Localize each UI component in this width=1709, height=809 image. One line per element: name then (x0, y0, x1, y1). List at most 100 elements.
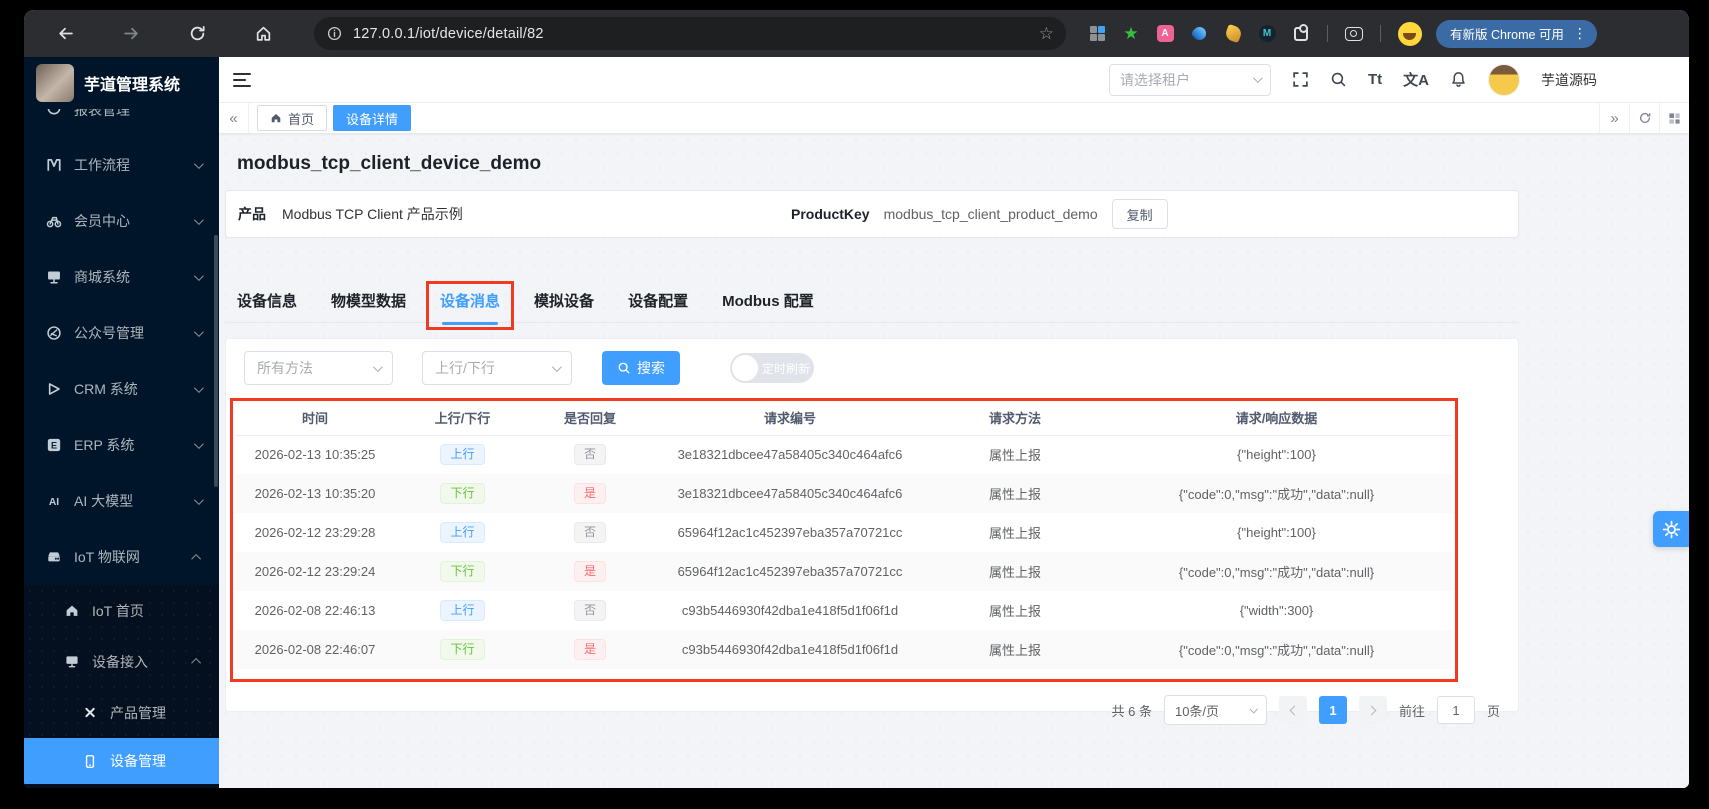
tab-device-config[interactable]: 设备配置 (628, 278, 688, 323)
extension-drop-icon[interactable] (1188, 23, 1210, 45)
tags-refresh-icon[interactable] (1629, 103, 1659, 133)
chrome-update-label: 有新版 Chrome 可用 (1450, 28, 1564, 42)
sidebar-scrollbar[interactable] (214, 235, 218, 487)
site-info-icon[interactable] (327, 26, 342, 41)
chevron-down-icon (193, 326, 204, 337)
home-icon (271, 114, 281, 123)
table-row[interactable]: 2026-02-12 23:29:28 上行 否 65964f12ac1c452… (235, 513, 1453, 552)
search-icon (618, 362, 630, 374)
tab-thing-model-data[interactable]: 物模型数据 (331, 278, 406, 323)
cell-time: 2026-02-12 23:29:24 (235, 552, 395, 591)
bookmark-star-icon[interactable]: ☆ (1039, 24, 1054, 44)
tab-search-icon[interactable] (1343, 23, 1365, 45)
product-label: 产品 (238, 206, 266, 222)
auto-refresh-toggle[interactable]: 定时刷新 (730, 353, 814, 383)
search-button[interactable]: 搜索 (602, 351, 680, 385)
sidebar-item-mp[interactable]: 公众号管理 (24, 305, 219, 361)
direction-badge: 上行 (440, 521, 485, 544)
table-row[interactable]: 2026-02-08 22:46:07 下行 是 c93b5446930f42d… (235, 630, 1453, 669)
copy-button[interactable]: 复制 (1111, 199, 1168, 229)
sidebar-item-product-mgmt[interactable]: 产品管理 (24, 687, 219, 738)
tag-device-detail[interactable]: 设备详情 (333, 105, 412, 131)
search-icon[interactable] (1330, 71, 1347, 88)
font-size-icon[interactable]: Tt (1368, 71, 1382, 88)
reload-icon[interactable] (182, 19, 212, 49)
back-icon[interactable] (50, 19, 80, 49)
direction-select[interactable]: 上行/下行 (422, 351, 572, 385)
address-bar[interactable]: 127.0.0.1/iot/device/detail/82 ☆ (314, 17, 1066, 50)
extension-star-icon[interactable]: ★ (1120, 23, 1142, 45)
user-avatar[interactable] (1488, 63, 1520, 96)
profile-avatar[interactable] (1398, 21, 1422, 46)
tenant-select[interactable]: 请选择租户 (1108, 63, 1271, 96)
sidebar-item-crm[interactable]: CRM 系统 (24, 361, 219, 417)
language-icon[interactable]: 文A (1403, 69, 1429, 90)
url-text[interactable]: 127.0.0.1/iot/device/detail/82 (353, 26, 544, 42)
next-page-button[interactable] (1358, 696, 1387, 724)
app-logo (36, 64, 74, 102)
settings-gear-button[interactable] (1653, 511, 1689, 547)
sidebar-item-member[interactable]: 会员中心 (24, 193, 219, 249)
app-logo-row[interactable]: 芋道管理系统 (24, 57, 219, 109)
extension-broom-icon[interactable] (1222, 23, 1244, 45)
extension-m-icon[interactable]: M (1256, 23, 1278, 45)
sidebar-item-workflow[interactable]: 工作流程 (24, 137, 219, 193)
cell-request-id: 65964f12ac1c452397eba357a70721cc (650, 552, 930, 591)
table-row[interactable]: 2026-02-13 10:35:20 下行 是 3e18321dbcee47a… (235, 474, 1453, 513)
chrome-menu-icon[interactable]: ⋮ (1573, 25, 1587, 42)
notification-bell-icon[interactable] (1450, 71, 1467, 88)
home-icon[interactable] (248, 19, 278, 49)
table-row[interactable]: 2026-02-08 22:46:13 上行 否 c93b5446930f42d… (235, 591, 1453, 630)
tab-device-info[interactable]: 设备信息 (237, 278, 297, 323)
tab-simulate-device[interactable]: 模拟设备 (534, 278, 594, 323)
cell-direction: 下行 (395, 630, 530, 669)
extension-translate-icon[interactable]: A (1154, 23, 1176, 45)
cell-direction: 下行 (395, 474, 530, 513)
reply-badge: 否 (573, 444, 606, 466)
tags-scroll-left-icon[interactable]: « (219, 103, 249, 133)
cell-request-id: 3e18321dbcee47a58405c340c464afc6 (677, 447, 903, 463)
cell-direction: 上行 (395, 513, 530, 552)
cell-method: 属性上报 (930, 630, 1100, 669)
sidebar-item-iot[interactable]: IoT 物联网 (24, 529, 219, 585)
chevron-down-icon (193, 214, 204, 225)
sidebar-item-iot-home[interactable]: IoT 首页 (24, 585, 219, 636)
cell-reply: 否 (530, 591, 650, 630)
table-row[interactable]: 2026-02-13 10:35:25 上行 否 3e18321dbcee47a… (235, 435, 1453, 474)
sidebar-item-device-mgmt[interactable]: 设备管理 (24, 738, 219, 784)
cell-time: 2026-02-13 10:35:25 (254, 447, 376, 463)
tab-modbus-config[interactable]: Modbus 配置 (722, 278, 814, 323)
table-row[interactable]: 2026-02-12 23:29:24 下行 是 65964f12ac1c452… (235, 552, 1453, 591)
cell-method: 属性上报 (988, 526, 1041, 541)
tags-layout-icon[interactable] (1659, 103, 1689, 133)
tag-home[interactable]: 首页 (257, 105, 328, 131)
sidebar-item-device-access[interactable]: 设备接入 (24, 636, 219, 687)
chrome-update-button[interactable]: 有新版 Chrome 可用 ⋮ (1436, 19, 1597, 48)
username[interactable]: 芋道源码 (1541, 70, 1597, 90)
current-page-button[interactable]: 1 (1318, 696, 1347, 724)
tab-device-message[interactable]: 设备消息 (426, 278, 515, 330)
sidebar-item-mall[interactable]: 商城系统 (24, 249, 219, 305)
sidebar-item-ai[interactable]: AI AI 大模型 (24, 473, 219, 529)
extensions-puzzle-icon[interactable] (1290, 23, 1312, 45)
member-icon (46, 216, 62, 228)
detail-tabs: 设备信息 物模型数据 设备消息 模拟设备 设备配置 Modbus 配置 (225, 278, 1519, 330)
extension-grid-icon[interactable] (1086, 23, 1108, 45)
tags-scroll-right-icon[interactable]: » (1599, 103, 1629, 133)
svg-text:E: E (51, 440, 57, 450)
sidebar-collapse-icon[interactable] (233, 72, 251, 87)
prev-page-button[interactable] (1278, 696, 1307, 724)
fullscreen-icon[interactable] (1292, 71, 1309, 88)
report-icon (47, 109, 61, 115)
goto-page-input[interactable] (1436, 696, 1475, 724)
cell-request-id: c93b5446930f42dba1e418f5d1f06f1d (681, 603, 899, 618)
sidebar-item-report[interactable]: 报表管理 (24, 109, 219, 137)
forward-icon[interactable] (116, 19, 146, 49)
sidebar-item-erp[interactable]: E ERP 系统 (24, 417, 219, 473)
method-select[interactable]: 所有方法 (244, 351, 393, 385)
smartphone-icon (85, 754, 95, 768)
page-size-select[interactable]: 10条/页 (1163, 695, 1267, 725)
cell-time: 2026-02-13 10:35:20 (235, 474, 395, 513)
chevron-down-icon (193, 270, 204, 281)
chevron-down-icon (193, 494, 204, 505)
